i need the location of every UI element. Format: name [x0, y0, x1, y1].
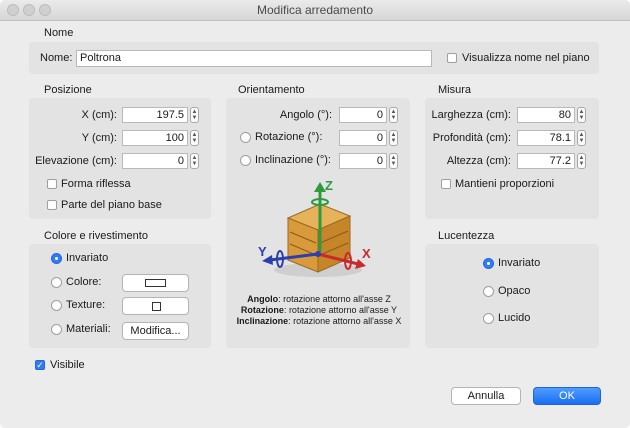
- modify-materials-button[interactable]: Modifica...: [122, 322, 189, 340]
- elevation-stepper[interactable]: ▲ ▼: [190, 153, 199, 169]
- title-bar: Modifica arredamento: [0, 0, 630, 21]
- width-stepper[interactable]: ▲ ▼: [577, 107, 586, 123]
- x-label: X (cm):: [81, 109, 117, 121]
- y-label: Y (cm):: [81, 132, 117, 144]
- color-label: Colore:: [66, 276, 102, 288]
- rotation-radio[interactable]: [240, 132, 251, 143]
- cancel-button[interactable]: Annulla: [451, 387, 521, 405]
- depth-input[interactable]: 78.1: [517, 130, 575, 146]
- shininess-unchanged-radio[interactable]: [483, 258, 494, 269]
- tilt-stepper[interactable]: ▲ ▼: [389, 153, 398, 169]
- legend-angle-text: : rotazione attorno all'asse Z: [278, 294, 391, 304]
- matte-label: Opaco: [498, 285, 531, 297]
- texture-label: Texture:: [66, 299, 106, 311]
- color-swatch: [145, 279, 166, 287]
- base-plan-checkbox[interactable]: [47, 200, 57, 210]
- dialog-window: Modifica arredamento Nome Nome: Poltrona…: [0, 0, 630, 428]
- x-axis-label: X: [362, 246, 371, 261]
- orientation-axes-illustration: Z Y X: [258, 178, 371, 277]
- color-unchanged-label: Invariato: [66, 252, 109, 264]
- y-input[interactable]: 100: [122, 130, 188, 146]
- visible-label: Visibile: [50, 359, 85, 371]
- legend-rotation: Rotazione: rotazione attorno all'asse Y: [226, 305, 412, 316]
- rotation-label: Rotazione (°):: [255, 131, 323, 143]
- section-title-nome: Nome: [44, 27, 74, 39]
- glossy-radio[interactable]: [483, 313, 494, 324]
- base-plan-label: Parte del piano base: [61, 199, 162, 211]
- keep-proportions-label: Mantieni proporzioni: [455, 178, 555, 190]
- legend-tilt-term: Inclinazione: [236, 316, 289, 326]
- show-name-in-plan-label: Visualizza nome nel piano: [462, 52, 590, 64]
- section-title-lucentezza: Lucentezza: [438, 230, 495, 242]
- legend-angle: Angolo: rotazione attorno all'asse Z: [226, 294, 412, 305]
- materials-label: Materiali:: [66, 323, 111, 335]
- visible-checkbox[interactable]: ✓: [35, 360, 45, 370]
- legend-rotation-text: : rotazione attorno all'asse Y: [283, 305, 398, 315]
- mirror-checkbox[interactable]: [47, 179, 57, 189]
- mirror-label: Forma riflessa: [61, 178, 131, 190]
- y-stepper[interactable]: ▲ ▼: [190, 130, 199, 146]
- keep-proportions-checkbox[interactable]: [441, 179, 451, 189]
- legend-angle-term: Angolo: [247, 294, 279, 304]
- axis-origin: [315, 251, 321, 257]
- matte-radio[interactable]: [483, 286, 494, 297]
- color-picker-button[interactable]: [122, 274, 189, 292]
- depth-label: Profondità (cm):: [432, 132, 511, 144]
- y-axis-label: Y: [258, 244, 267, 259]
- angle-stepper[interactable]: ▲ ▼: [389, 107, 398, 123]
- name-input[interactable]: Poltrona: [76, 50, 432, 67]
- width-label: Larghezza (cm):: [431, 109, 511, 121]
- height-stepper[interactable]: ▲ ▼: [577, 153, 586, 169]
- ok-button[interactable]: OK: [533, 387, 601, 405]
- tilt-label: Inclinazione (°):: [255, 154, 331, 166]
- legend-rotation-term: Rotazione: [240, 305, 284, 315]
- shininess-unchanged-label: Invariato: [498, 257, 541, 269]
- rotation-stepper[interactable]: ▲ ▼: [389, 130, 398, 146]
- angle-input[interactable]: 0: [339, 107, 387, 123]
- materials-radio[interactable]: [51, 324, 62, 335]
- tilt-radio[interactable]: [240, 155, 251, 166]
- z-axis-label: Z: [325, 178, 333, 193]
- x-input[interactable]: 197.5: [122, 107, 188, 123]
- color-radio[interactable]: [51, 277, 62, 288]
- width-input[interactable]: 80: [517, 107, 575, 123]
- texture-picker-button[interactable]: [122, 297, 189, 315]
- section-title-colore: Colore e rivestimento: [44, 230, 148, 242]
- elevation-label: Elevazione (cm):: [35, 155, 117, 167]
- color-unchanged-radio[interactable]: [51, 253, 62, 264]
- height-label: Altezza (cm):: [446, 155, 511, 167]
- legend-tilt: Inclinazione: rotazione attorno all'asse…: [226, 316, 412, 327]
- texture-swatch: [152, 302, 161, 311]
- texture-radio[interactable]: [51, 300, 62, 311]
- x-stepper[interactable]: ▲ ▼: [190, 107, 199, 123]
- angle-label: Angolo (°):: [279, 109, 332, 121]
- rotation-input[interactable]: 0: [339, 130, 387, 146]
- depth-stepper[interactable]: ▲ ▼: [577, 130, 586, 146]
- legend-tilt-text: : rotazione attorno all'asse X: [288, 316, 402, 326]
- elevation-input[interactable]: 0: [122, 153, 188, 169]
- section-title-posizione: Posizione: [44, 84, 92, 96]
- name-label: Nome:: [40, 52, 73, 64]
- section-title-misura: Misura: [438, 84, 472, 96]
- glossy-label: Lucido: [498, 312, 531, 324]
- show-name-in-plan-checkbox[interactable]: [447, 53, 457, 63]
- tilt-input[interactable]: 0: [339, 153, 387, 169]
- section-title-orientamento: Orientamento: [238, 84, 305, 96]
- window-title: Modifica arredamento: [256, 3, 374, 17]
- height-input[interactable]: 77.2: [517, 153, 575, 169]
